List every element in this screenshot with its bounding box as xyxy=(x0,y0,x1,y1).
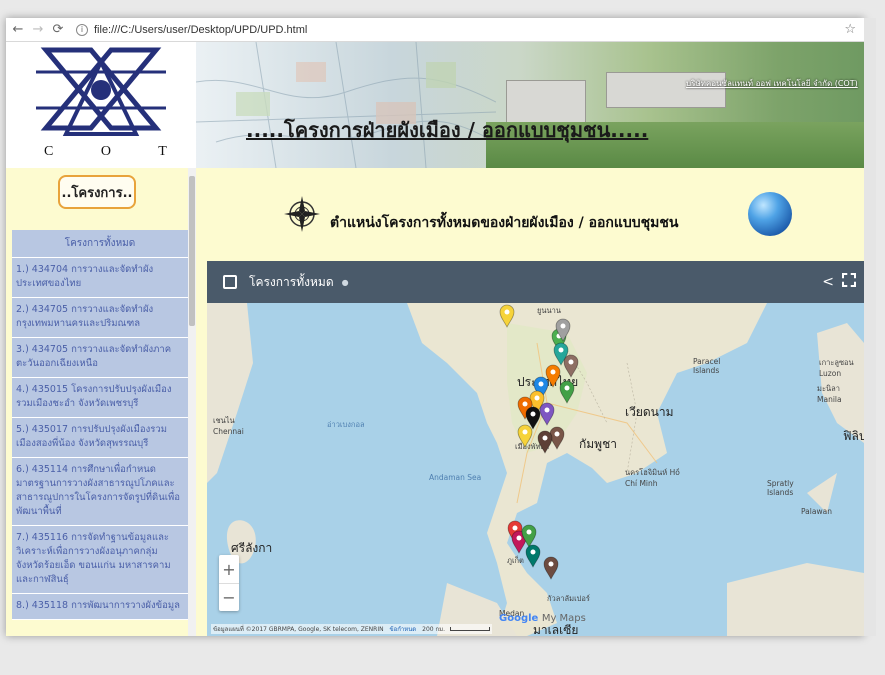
url-field[interactable]: file:///C:/Users/user/Desktop/UPD/UPD.ht… xyxy=(94,24,307,36)
map-attribution: ข้อมูลแผนที่ ©2017 GBRMPA, Google, SK te… xyxy=(211,624,492,634)
project-list-item[interactable]: 4.) 435015 โครงการปรับปรุงผังเมืองรวมเมื… xyxy=(12,378,188,418)
map-marker-pin[interactable] xyxy=(499,304,515,328)
projects-menu-button[interactable]: ..โครงการ.. xyxy=(58,175,136,209)
panel-toggle-icon[interactable] xyxy=(223,275,237,289)
heading-row: ตำแหน่งโครงการทั้งหมดของฝ่ายผังเมือง / อ… xyxy=(196,190,864,250)
project-list-item[interactable]: 3.) 434705 การวางและจัดทำผังภาคตะวันออกเ… xyxy=(12,338,188,378)
map-title[interactable]: โครงการทั้งหมด xyxy=(249,273,334,292)
embedded-map[interactable]: โครงการทั้งหมด ● < ยูนนาน Paracel Island… xyxy=(207,261,864,636)
map-marker-pin[interactable] xyxy=(525,544,541,568)
zoom-out-button[interactable]: − xyxy=(219,583,239,611)
reload-icon[interactable]: ⟳ xyxy=(50,22,66,38)
page-scrollbar[interactable] xyxy=(864,18,876,636)
terms-link[interactable]: ข้อกำหนด xyxy=(390,626,417,633)
company-name: บริษัทคอนซัลแทนท์ ออฟ เทคโนโลยี จำกัด (C… xyxy=(686,79,858,88)
project-list-item[interactable]: 7.) 435116 การจัดทำฐานข้อมูลและวิเคราะห์… xyxy=(12,526,188,594)
map-marker-pin[interactable] xyxy=(563,354,579,378)
project-list-item[interactable]: 2.) 434705 การวางและจัดทำผังกรุงเทพมหานค… xyxy=(12,298,188,338)
sidebar-scrollbar[interactable] xyxy=(188,168,196,636)
project-list: โครงการทั้งหมด 1.) 434704 การวางและจัดทำ… xyxy=(12,230,188,620)
back-icon[interactable]: ← xyxy=(10,22,26,38)
map-marker-pin[interactable] xyxy=(517,424,533,448)
banner-map-illustration xyxy=(196,42,496,168)
share-icon[interactable]: < xyxy=(822,274,834,290)
info-icon[interactable]: i xyxy=(76,23,88,36)
scale-label: 200 กม. xyxy=(422,626,445,633)
map-markers xyxy=(499,304,579,580)
project-list-item[interactable]: 5.) 435017 การปรับปรุงผังเมืองรวมเมืองสอ… xyxy=(12,418,188,458)
address-bar: ← → ⟳ i file:///C:/Users/user/Desktop/UP… xyxy=(6,18,864,42)
cot-logo: C O T xyxy=(6,42,196,168)
mymaps-text: My Maps xyxy=(541,613,586,624)
google-logo-text: Google xyxy=(499,613,539,624)
globe-icon xyxy=(748,192,792,236)
header-banner: C O T บริษัทคอนซัลแทนท์ ออฟ เทคโนโลยี จำ… xyxy=(6,42,864,168)
project-list-item[interactable]: 8.) 435118 การพัฒนาการวางผังข้อมูล xyxy=(12,594,188,620)
logo-text: C O T xyxy=(44,144,189,159)
project-list-header[interactable]: โครงการทั้งหมด xyxy=(12,230,188,258)
attribution-text: ข้อมูลแผนที่ ©2017 GBRMPA, Google, SK te… xyxy=(213,626,384,633)
zoom-control: + − xyxy=(219,555,239,611)
screenshot-frame: ← → ⟳ i file:///C:/Users/user/Desktop/UP… xyxy=(0,0,885,675)
fullscreen-icon[interactable] xyxy=(842,273,856,287)
google-mymaps-logo: Google My Maps xyxy=(499,613,586,624)
scale-bar xyxy=(449,627,490,631)
compass-icon xyxy=(284,196,320,232)
map-title-dot: ● xyxy=(341,277,349,287)
project-list-item[interactable]: 6.) 435114 การศึกษาเพื่อกำหนดมาตรฐานการว… xyxy=(12,458,188,526)
main-content: ตำแหน่งโครงการทั้งหมดของฝ่ายผังเมือง / อ… xyxy=(196,168,864,636)
map-marker-pin[interactable] xyxy=(559,380,575,404)
sidebar-scroll-thumb[interactable] xyxy=(189,176,195,326)
map-header: โครงการทั้งหมด ● < xyxy=(207,261,864,303)
project-list-item[interactable]: 1.) 434704 การวางและจัดทำผังประเทศของไทย xyxy=(12,258,188,298)
zoom-in-button[interactable]: + xyxy=(219,555,239,583)
bookmark-star-icon[interactable]: ☆ xyxy=(844,22,856,37)
page-title: .....โครงการฝ่ายผังเมือง / ออกแบบชุมชน..… xyxy=(246,118,649,142)
map-canvas[interactable]: ยูนนาน Paracel Islands เกาะลูซอน Luzon ม… xyxy=(207,303,864,636)
browser-window: ← → ⟳ i file:///C:/Users/user/Desktop/UP… xyxy=(6,18,864,636)
map-marker-pin[interactable] xyxy=(543,556,559,580)
forward-icon[interactable]: → xyxy=(30,22,46,38)
map-marker-pin[interactable] xyxy=(539,402,555,426)
map-marker-pin[interactable] xyxy=(537,430,553,454)
sidebar: ..โครงการ.. โครงการทั้งหมด 1.) 434704 กา… xyxy=(6,168,196,636)
section-heading: ตำแหน่งโครงการทั้งหมดของฝ่ายผังเมือง / อ… xyxy=(330,215,679,231)
